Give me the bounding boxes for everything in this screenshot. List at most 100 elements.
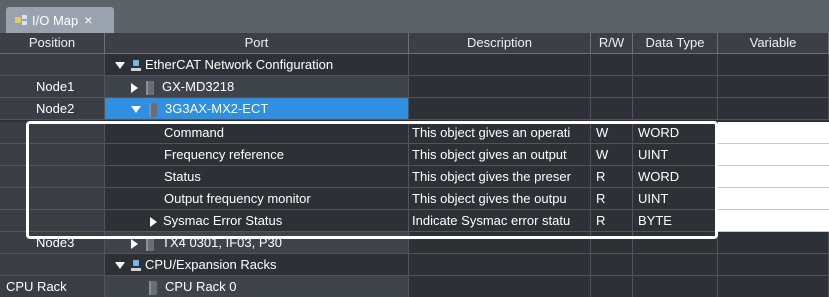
variable-cell[interactable] — [718, 98, 829, 120]
variable-cell[interactable] — [718, 166, 829, 188]
rw-cell — [591, 76, 633, 98]
description-cell — [409, 232, 591, 254]
variable-cell[interactable] — [718, 232, 829, 254]
close-icon[interactable]: × — [84, 12, 92, 28]
table-row[interactable]: Status This object gives the preser R WO… — [0, 166, 829, 188]
device-icon — [149, 102, 157, 117]
variable-cell[interactable] — [718, 254, 829, 276]
column-header-variable[interactable]: Variable — [718, 33, 829, 53]
port-label: Sysmac Error Status — [163, 213, 283, 228]
rw-cell — [591, 98, 633, 120]
data-type-cell — [633, 76, 718, 98]
description-cell — [409, 76, 591, 98]
port-label: GX-MD3218 — [162, 79, 235, 94]
description-cell: This object gives the outpu — [409, 188, 591, 210]
port-label: TX4 0301, IF03, P30 — [162, 235, 282, 250]
data-type-cell: UINT — [633, 144, 718, 166]
column-header-description[interactable]: Description — [409, 33, 591, 53]
rack-group-icon — [131, 259, 141, 272]
io-map-icon — [15, 15, 27, 25]
description-cell: This object gives an operati — [409, 122, 591, 144]
variable-cell[interactable] — [718, 144, 829, 166]
position-cell — [0, 210, 105, 232]
device-icon — [149, 280, 157, 295]
port-cell: Status — [105, 166, 409, 188]
rw-cell: R — [591, 166, 633, 188]
position-cell: Node2 — [0, 98, 105, 120]
device-icon — [146, 236, 154, 251]
data-type-cell — [633, 98, 718, 120]
expand-right-icon[interactable] — [131, 82, 138, 93]
port-cell: GX-MD3218 — [105, 76, 409, 98]
port-cell: 3G3AX-MX2-ECT — [105, 98, 409, 120]
port-cell: Frequency reference — [105, 144, 409, 166]
description-cell — [409, 54, 591, 76]
port-cell: TX4 0301, IF03, P30 — [105, 232, 409, 254]
data-type-cell — [633, 232, 718, 254]
rw-cell: R — [591, 210, 633, 232]
variable-cell[interactable] — [718, 76, 829, 98]
column-header-data-type[interactable]: Data Type — [633, 33, 718, 53]
variable-cell[interactable] — [718, 54, 829, 76]
position-cell: Node3 — [0, 232, 105, 254]
description-cell — [409, 254, 591, 276]
description-cell: This object gives the preser — [409, 166, 591, 188]
data-type-cell: WORD — [633, 166, 718, 188]
io-map-grid: Position Port Description R/W Data Type … — [0, 33, 829, 297]
column-header-row: Position Port Description R/W Data Type … — [0, 33, 829, 54]
expand-down-icon[interactable] — [115, 62, 125, 70]
port-cell: CPU Rack 0 — [105, 276, 409, 297]
description-cell: This object gives an output — [409, 144, 591, 166]
table-row[interactable]: Node2 3G3AX-MX2-ECT — [0, 98, 829, 120]
rw-cell: W — [591, 122, 633, 144]
device-icon — [146, 80, 154, 95]
table-row[interactable]: EtherCAT Network Configuration — [0, 54, 829, 76]
tab-io-map[interactable]: I/O Map × — [6, 7, 114, 33]
rw-cell: R — [591, 188, 633, 210]
description-cell — [409, 276, 591, 297]
port-cell: Output frequency monitor — [105, 188, 409, 210]
port-cell: Command — [105, 122, 409, 144]
variable-cell[interactable] — [718, 276, 829, 297]
position-cell — [0, 54, 105, 76]
description-cell: Indicate Sysmac error statu — [409, 210, 591, 232]
table-row[interactable]: CPU/Expansion Racks — [0, 254, 829, 276]
tab-label: I/O Map — [32, 12, 79, 28]
rw-cell — [591, 254, 633, 276]
table-row[interactable]: Output frequency monitor This object giv… — [0, 188, 829, 210]
network-icon — [131, 59, 141, 72]
port-cell: EtherCAT Network Configuration — [105, 54, 409, 76]
port-label: CPU Rack 0 — [165, 279, 237, 294]
column-header-port[interactable]: Port — [105, 33, 409, 53]
position-cell — [0, 166, 105, 188]
table-row[interactable]: Node1 GX-MD3218 — [0, 76, 829, 98]
data-type-cell — [633, 276, 718, 297]
tab-bar: I/O Map × — [0, 0, 829, 33]
position-cell — [0, 122, 105, 144]
port-label: EtherCAT Network Configuration — [145, 57, 334, 72]
table-row[interactable]: Node3 TX4 0301, IF03, P30 — [0, 232, 829, 254]
expand-right-icon[interactable] — [131, 238, 138, 249]
expand-down-icon[interactable] — [115, 262, 125, 270]
position-cell: CPU Rack — [0, 276, 105, 297]
table-row[interactable]: Frequency reference This object gives an… — [0, 144, 829, 166]
data-type-cell: UINT — [633, 188, 718, 210]
variable-cell[interactable] — [718, 210, 829, 232]
port-label: CPU/Expansion Racks — [145, 257, 277, 272]
data-type-cell — [633, 254, 718, 276]
port-label: 3G3AX-MX2-ECT — [165, 101, 269, 116]
column-header-position[interactable]: Position — [0, 33, 105, 53]
column-header-rw[interactable]: R/W — [591, 33, 633, 53]
expand-right-icon[interactable] — [150, 216, 157, 227]
position-cell — [0, 188, 105, 210]
table-row[interactable]: Sysmac Error Status Indicate Sysmac erro… — [0, 210, 829, 232]
expand-down-icon[interactable] — [131, 106, 141, 114]
data-type-cell: BYTE — [633, 210, 718, 232]
variable-cell[interactable] — [718, 122, 829, 144]
table-row[interactable]: CPU Rack CPU Rack 0 — [0, 276, 829, 297]
data-type-cell — [633, 54, 718, 76]
description-cell — [409, 98, 591, 120]
variable-cell[interactable] — [718, 188, 829, 210]
port-cell: CPU/Expansion Racks — [105, 254, 409, 276]
table-row[interactable]: Command This object gives an operati W W… — [0, 122, 829, 144]
